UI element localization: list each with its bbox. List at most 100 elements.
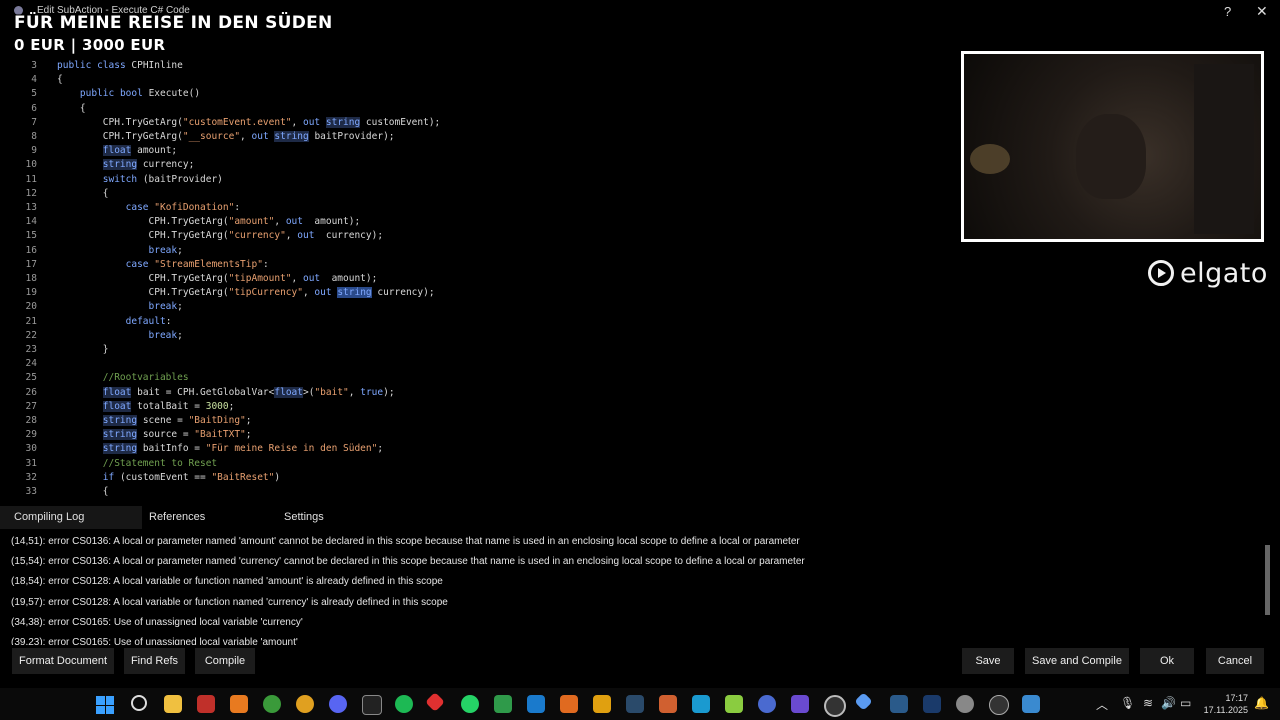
code-text: //Statement to Reset <box>57 457 218 469</box>
git-icon[interactable] <box>425 692 445 712</box>
code-text: switch (baitProvider) <box>102 173 223 185</box>
line-number: 21 <box>25 315 37 327</box>
ok-button[interactable]: Ok <box>1140 648 1194 674</box>
log-line: (15,54): error CS0136: A local or parame… <box>11 556 805 567</box>
app-icon-editor[interactable] <box>890 695 908 713</box>
app-icon-green-cube[interactable] <box>725 695 743 713</box>
whatsapp-icon[interactable] <box>461 695 479 713</box>
chrome-icon[interactable] <box>263 695 281 713</box>
line-number: 30 <box>25 443 37 455</box>
line-number: 22 <box>25 329 37 341</box>
app-icon-purple[interactable] <box>791 695 809 713</box>
code-text: default: <box>125 315 172 327</box>
streamerbot-icon[interactable] <box>854 692 873 711</box>
line-number: 23 <box>25 344 37 355</box>
line-number: 12 <box>25 187 37 199</box>
line-number: 17 <box>25 258 37 270</box>
microphone-icon[interactable]: 🎙 <box>1120 696 1135 710</box>
cancel-button[interactable]: Cancel <box>1206 648 1264 674</box>
line-number: 16 <box>25 244 37 256</box>
log-scrollbar-thumb[interactable] <box>1265 545 1270 615</box>
line-number: 14 <box>25 216 37 228</box>
steam-icon[interactable] <box>626 695 644 713</box>
bottom-tabs: Compiling Log References Settings <box>0 506 1280 529</box>
close-icon[interactable]: ✕ <box>1256 3 1268 20</box>
taskbar: ︿ 🎙 ≋ 🔊 ▭ 17:17 17.11.2025 🔔 <box>0 688 1280 720</box>
notepad-plus-icon[interactable] <box>494 695 512 713</box>
code-text: string baitInfo = "Für meine Reise in de… <box>102 443 384 455</box>
compile-button[interactable]: Compile <box>195 648 255 674</box>
line-number: 25 <box>25 372 37 384</box>
log-line: (34,38): error CS0165: Use of unassigned… <box>11 617 303 628</box>
app-icon-orange[interactable] <box>560 695 578 713</box>
code-text: CPH.TryGetArg("customEvent.event", out s… <box>57 116 441 128</box>
discord-icon[interactable] <box>329 695 347 713</box>
save-button[interactable]: Save <box>962 648 1014 674</box>
line-number: 31 <box>25 457 37 469</box>
line-number: 24 <box>25 358 37 370</box>
action-bar: Format Document Find Refs Compile Save S… <box>0 648 1280 674</box>
code-text: public bool Execute() <box>79 88 201 100</box>
code-text: { <box>57 74 63 86</box>
code-text: string scene = "BaitDing"; <box>102 415 252 426</box>
notifications-icon[interactable]: 🔔 <box>1254 696 1269 710</box>
epic-games-icon[interactable] <box>362 695 382 715</box>
code-text: CPH.TryGetArg("currency", out currency); <box>57 230 384 242</box>
tray-expand-icon[interactable]: ︿ <box>1096 696 1108 713</box>
line-number: 33 <box>25 486 37 497</box>
windows-start-icon[interactable] <box>96 696 114 714</box>
line-number: 18 <box>25 273 37 284</box>
app-icon-blue[interactable] <box>692 695 710 713</box>
code-text: CPH.TryGetArg("tipAmount", out amount); <box>57 273 378 284</box>
notepad-icon[interactable] <box>1022 695 1040 713</box>
log-line: (19,57): error CS0128: A local variable … <box>11 597 448 608</box>
log-line: (39,23): error CS0165: Use of unassigned… <box>11 637 298 645</box>
chrome-profile-icon[interactable] <box>296 695 314 713</box>
settings-gear-icon[interactable] <box>956 695 974 713</box>
app-icon-audio[interactable] <box>923 695 941 713</box>
overlay-goal-progress: 0 EUR | 3000 EUR <box>14 36 166 54</box>
app-icon-arrow[interactable] <box>989 695 1009 715</box>
webcam-feed <box>961 51 1264 242</box>
filezilla-icon[interactable] <box>197 695 215 713</box>
log-line: (14,51): error CS0136: A local or parame… <box>11 536 800 547</box>
app-icon-yellow[interactable] <box>593 695 611 713</box>
elgato-mark-icon <box>1148 260 1174 286</box>
line-number: 13 <box>25 202 37 213</box>
battery-icon[interactable]: ▭ <box>1180 696 1191 710</box>
taskbar-clock[interactable]: 17:17 17.11.2025 <box>1200 692 1248 716</box>
wifi-icon[interactable]: ≋ <box>1143 696 1153 710</box>
obs-icon[interactable] <box>824 695 846 717</box>
file-explorer-icon[interactable] <box>164 695 182 713</box>
code-text: case "StreamElementsTip": <box>125 258 269 270</box>
tab-references[interactable]: References <box>135 506 219 529</box>
code-text: CPH.TryGetArg("tipCurrency", out string … <box>57 287 435 299</box>
help-icon[interactable]: ? <box>1224 4 1231 19</box>
webcam-lamp <box>970 144 1010 174</box>
clock-date: 17.11.2025 <box>1203 705 1248 715</box>
line-number: 7 <box>31 116 37 128</box>
log-line: (18,54): error CS0128: A local variable … <box>11 576 443 587</box>
spotify-icon[interactable] <box>395 695 413 713</box>
format-document-button[interactable]: Format Document <box>12 648 114 674</box>
line-number: 6 <box>31 102 37 114</box>
search-icon[interactable] <box>131 695 147 711</box>
compiling-log[interactable]: (14,51): error CS0136: A local or parame… <box>0 530 1280 645</box>
code-text: } <box>57 344 109 355</box>
vlc-icon[interactable] <box>230 695 248 713</box>
vscode-icon[interactable] <box>527 695 545 713</box>
find-refs-button[interactable]: Find Refs <box>124 648 185 674</box>
line-number: 15 <box>25 230 37 242</box>
save-and-compile-button[interactable]: Save and Compile <box>1025 648 1129 674</box>
line-number: 29 <box>25 429 37 441</box>
code-text: CPH.TryGetArg("__source", out string bai… <box>57 131 395 142</box>
tab-settings[interactable]: Settings <box>270 506 338 529</box>
elgato-logo: elgato <box>1148 258 1268 289</box>
app-icon-box[interactable] <box>659 695 677 713</box>
volume-icon[interactable]: 🔊 <box>1161 696 1176 710</box>
code-text: break; <box>148 329 183 341</box>
line-number: 8 <box>31 131 37 142</box>
app-icon-globe[interactable] <box>758 695 776 713</box>
tab-compiling-log[interactable]: Compiling Log <box>0 506 142 529</box>
code-text: //Rootvariables <box>57 372 189 384</box>
